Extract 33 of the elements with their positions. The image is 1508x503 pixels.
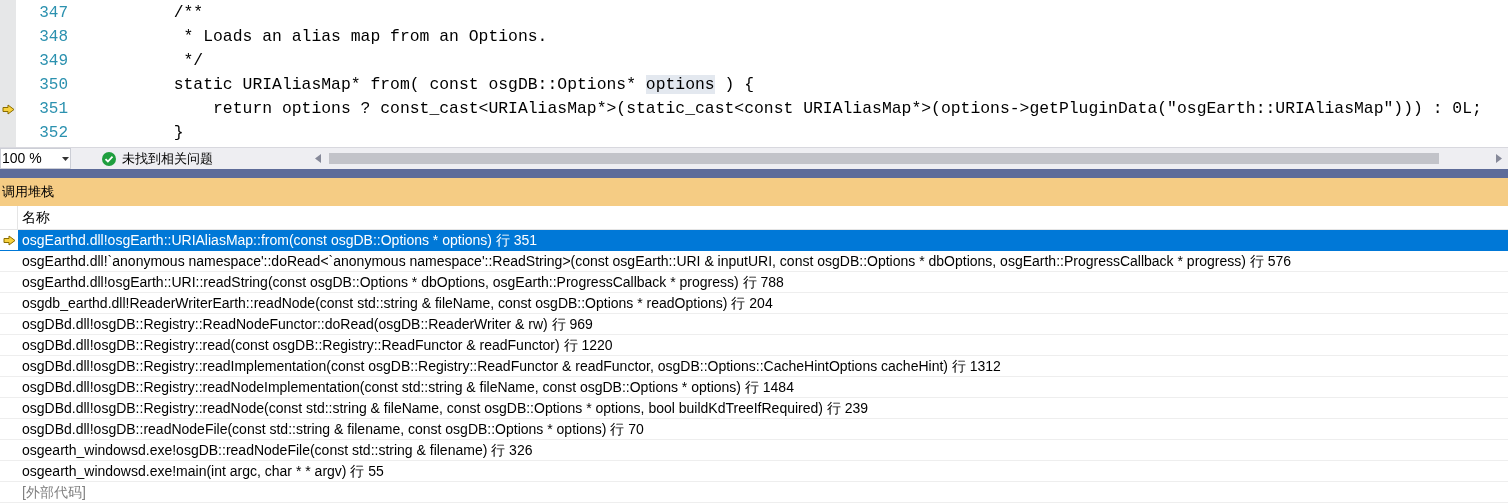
call-stack-row[interactable]: osgDBd.dll!osgDB::Registry::ReadNodeFunctor::doRead(osgDB::ReaderWriter & rw) 行 969 [0,314,1508,335]
panel-title: 调用堆栈 [2,183,54,202]
line-number: 350 [38,75,68,96]
scroll-left-icon[interactable] [315,154,321,163]
call-stack-row[interactable]: osgDBd.dll!osgDB::Registry::readNode(const std::string & fileName, const osgDB::Options * options, bool buildKdTreeIfRequired) 行 239 [0,398,1508,419]
code-line: */ [182,49,204,72]
line-number: 347 [38,3,68,24]
check-icon [102,151,116,166]
line-number: 348 [38,27,68,48]
call-stack-row[interactable]: [外部代码] [0,482,1508,503]
call-stack-row[interactable]: osgDBd.dll!osgDB::Registry::readNodeImplementation(const std::string & fileName, const osgDB::Options * options) 行 1484 [0,377,1508,398]
caret-icon [62,156,69,161]
call-stack-row[interactable]: osgEarthd.dll!osgEarth::URI::readString(const osgDB::Options * dbOptions, osgEarth::ProgressCallback * progress) 行 788 [0,272,1508,293]
column-header[interactable]: 名称 [22,207,50,228]
code-line: } [172,121,184,144]
call-stack-row[interactable]: osgDBd.dll!osgDB::Registry::readImplementation(const osgDB::Registry::ReadFunctor & readFunctor, osgDB::Options::CacheHintOptions cacheHint) 行 1312 [0,356,1508,377]
scroll-right-icon[interactable] [1496,154,1502,163]
call-stack-row[interactable]: osgearth_windowsd.exe!osgDB::readNodeFile(const std::string & filename) 行 326 [0,440,1508,461]
line-number: 351 [38,99,68,120]
code-line: static URIAliasMap* from( const osgDB::Options* options ) { [172,73,755,96]
zoom-dropdown[interactable]: 100 % [0,148,71,169]
code-line: return options ? const_cast<URIAliasMap*>(static_cast<const URIAliasMap*>(options->getPluginData("osgEarth::URIAliasMap"))) : 0L; [212,97,1482,120]
issues-status: 未找到相关问题 [122,149,213,168]
code-line: * Loads an alias map from an Options. [182,25,548,48]
line-number: 352 [38,123,68,144]
call-stack-row[interactable]: osgDBd.dll!osgDB::Registry::read(const osgDB::Registry::ReadFunctor & readFunctor) 行 1220 [0,335,1508,356]
call-stack-row[interactable]: osgEarthd.dll!`anonymous namespace'::doRead<`anonymous namespace'::ReadString>(const osgEarth::URI & inputURI, const osgDB::Options * dbOptions, osgEarth::ProgressCallback * progress) 行 576 [0,251,1508,272]
call-stack-row[interactable]: osgearth_windowsd.exe!main(int argc, char * * argv) 行 55 [0,461,1508,482]
call-stack-row[interactable]: osgDBd.dll!osgDB::readNodeFile(const std::string & filename, const osgDB::Options * options) 行 70 [0,419,1508,440]
line-number: 349 [38,51,68,72]
code-line: /** [172,1,204,24]
call-stack-row[interactable]: osgdb_earthd.dll!ReaderWriterEarth::readNode(const std::string & fileName, const osgDB::Options * readOptions) 行 204 [0,293,1508,314]
call-stack-row[interactable]: osgEarthd.dll!osgEarth::URIAliasMap::from(const osgDB::Options * options) 行 351 [0,230,1508,251]
